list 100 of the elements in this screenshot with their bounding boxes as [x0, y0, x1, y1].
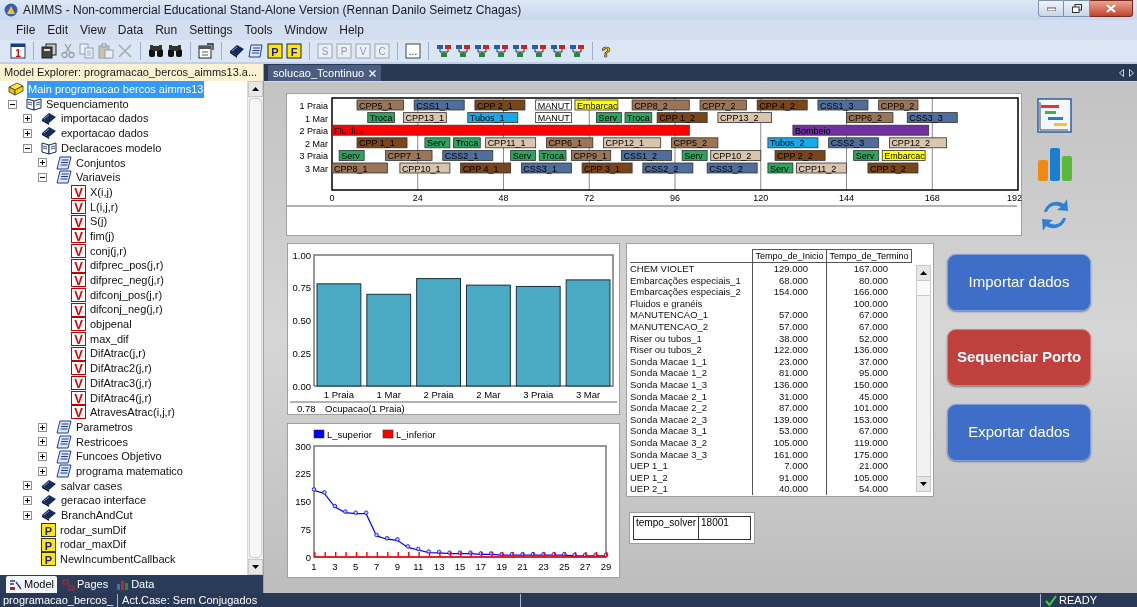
diagram-icon[interactable]	[569, 43, 585, 59]
menu-item[interactable]: Run	[149, 21, 184, 39]
binoculars-icon[interactable]	[167, 43, 183, 59]
tree-item[interactable]: Declaracoes modelo	[60, 139, 163, 157]
expander-toggle[interactable]	[23, 128, 32, 138]
document-tab[interactable]: solucao_Tcontinuo	[268, 65, 382, 81]
gantt-chart-icon[interactable]	[1037, 98, 1072, 133]
expander-toggle[interactable]	[23, 496, 32, 506]
action-button[interactable]: Exportar dados	[947, 404, 1091, 461]
menu-item[interactable]: File	[10, 21, 42, 39]
table-cell: UEP 1_2	[630, 471, 668, 483]
tree-item[interactable]: Variaveis	[75, 169, 122, 186]
expander-toggle[interactable]	[38, 437, 47, 447]
tree-item[interactable]: programa matematico	[75, 462, 184, 480]
menu-item[interactable]: Settings	[183, 21, 239, 39]
menu-item[interactable]: Data	[111, 21, 150, 39]
book-icon[interactable]	[229, 43, 245, 59]
tree-item[interactable]: difconj_pos(j,r)	[89, 286, 164, 304]
expander-toggle[interactable]	[38, 422, 47, 432]
restore-button[interactable]	[1064, 0, 1090, 17]
tree-item[interactable]: Conjuntos	[75, 154, 127, 172]
expander-toggle[interactable]	[23, 143, 32, 153]
diagram-icon[interactable]	[531, 43, 547, 59]
diagram-icon[interactable]	[436, 43, 452, 59]
tree-item[interactable]: L(i,j,r)	[89, 198, 120, 216]
tree-item[interactable]: DifAtrac(j,r)	[89, 345, 147, 362]
task-label: CPP8_1	[334, 163, 368, 174]
tree-item[interactable]: S(j)	[89, 213, 109, 230]
pages-icon[interactable]	[41, 43, 57, 59]
task-label: CSS1_2	[623, 150, 657, 161]
tree-item[interactable]: Restricoes	[75, 433, 129, 451]
table-cell: Sonda Macae 1_2	[630, 367, 708, 379]
close-button[interactable]	[1090, 0, 1133, 17]
expander-toggle[interactable]	[38, 158, 47, 168]
scroll-down-button[interactable]	[248, 559, 263, 575]
letter-tile-icon[interactable]: P	[267, 43, 283, 59]
expander-toggle[interactable]	[38, 452, 47, 462]
tree-item[interactable]: Parametros	[75, 418, 134, 436]
expander-toggle[interactable]	[38, 466, 47, 476]
menu-item[interactable]: Tools	[238, 21, 279, 39]
properties-icon[interactable]	[198, 43, 214, 59]
tree-item[interactable]: geracao interface	[60, 492, 147, 509]
menu-item[interactable]: Window	[278, 21, 334, 39]
binoculars-icon[interactable]	[148, 43, 164, 59]
tree-item[interactable]: Sequenciamento	[45, 95, 130, 113]
tree-item[interactable]: max_dif	[89, 330, 130, 348]
tree-item[interactable]: salvar cases	[60, 477, 124, 495]
tree-item[interactable]: Funcoes Objetivo	[75, 448, 163, 465]
variable-icon: V	[71, 243, 86, 258]
expander-toggle[interactable]	[38, 172, 47, 182]
diagram-icon[interactable]	[550, 43, 566, 59]
tree-item[interactable]: exportacao dados	[60, 125, 150, 142]
scrollbar-thumb[interactable]	[249, 98, 262, 558]
expander-toggle[interactable]	[23, 114, 32, 124]
expander-toggle[interactable]	[8, 99, 17, 109]
close-icon[interactable]	[369, 69, 377, 77]
tree-item[interactable]: difprec_neg(j,r)	[89, 272, 165, 289]
tree-item[interactable]: X(i,j)	[89, 183, 114, 201]
tree-item[interactable]: difconj_neg(j,r)	[89, 301, 164, 318]
scroll-down-button[interactable]	[917, 476, 930, 491]
action-button[interactable]: Sequenciar Porto	[947, 329, 1091, 386]
letter-box-icon[interactable]: ...	[405, 43, 421, 59]
tree-item[interactable]: BranchAndCut	[60, 507, 134, 524]
scroll-up-button[interactable]	[248, 81, 263, 97]
tree-item[interactable]: fim(j)	[89, 227, 116, 245]
scroll-right-icon[interactable]	[1129, 69, 1134, 77]
scroll-up-button[interactable]	[917, 266, 930, 281]
bar-chart-icon[interactable]	[1037, 146, 1073, 182]
expander-toggle[interactable]	[23, 510, 32, 520]
menu-item[interactable]: Help	[333, 21, 370, 39]
panel-tab[interactable]: Pages	[58, 576, 112, 593]
panel-tab[interactable]: Data	[113, 576, 158, 593]
diagram-icon[interactable]	[455, 43, 471, 59]
diagram-icon[interactable]	[493, 43, 509, 59]
tree-item[interactable]: rodar_maxDif	[59, 536, 128, 553]
tree-item[interactable]: rodar_sumDif	[59, 521, 128, 539]
tree-item[interactable]: DifAtrac2(j,r)	[89, 360, 153, 377]
expander-toggle[interactable]	[23, 481, 32, 491]
table-cell: Embarcações especiais_1	[630, 274, 741, 286]
diagram-icon[interactable]	[512, 43, 528, 59]
scroll-icon[interactable]	[248, 43, 264, 59]
tree-item[interactable]: DifAtrac3(j,r)	[89, 374, 153, 392]
menu-item[interactable]: Edit	[41, 21, 75, 39]
table-cell: MANUTENCAO_1	[630, 309, 709, 321]
tree-item[interactable]: difprec_pos(j,r)	[89, 257, 165, 274]
scrollbar-thumb[interactable]	[917, 281, 930, 296]
calendar-icon[interactable]: 1	[10, 43, 26, 59]
letter-tile-icon[interactable]: F	[286, 43, 302, 59]
tree-item[interactable]: importacao dados	[60, 110, 150, 127]
menu-item[interactable]: View	[74, 21, 112, 39]
plus-icon	[40, 454, 45, 460]
tree-item[interactable]: objpenal	[89, 316, 133, 333]
action-button[interactable]: Importar dados	[947, 254, 1091, 311]
tree-item[interactable]: conj(j,r)	[89, 242, 128, 260]
tree-item[interactable]: AtravesAtrac(i,j,r)	[89, 404, 176, 421]
tree-item[interactable]: DifAtrac4(j,r)	[89, 389, 153, 407]
panel-tab[interactable]: Model	[6, 576, 57, 593]
diagram-icon[interactable]	[474, 43, 490, 59]
tree-item[interactable]: NewIncumbentCallback	[59, 551, 177, 568]
scroll-left-icon[interactable]	[1119, 69, 1124, 77]
